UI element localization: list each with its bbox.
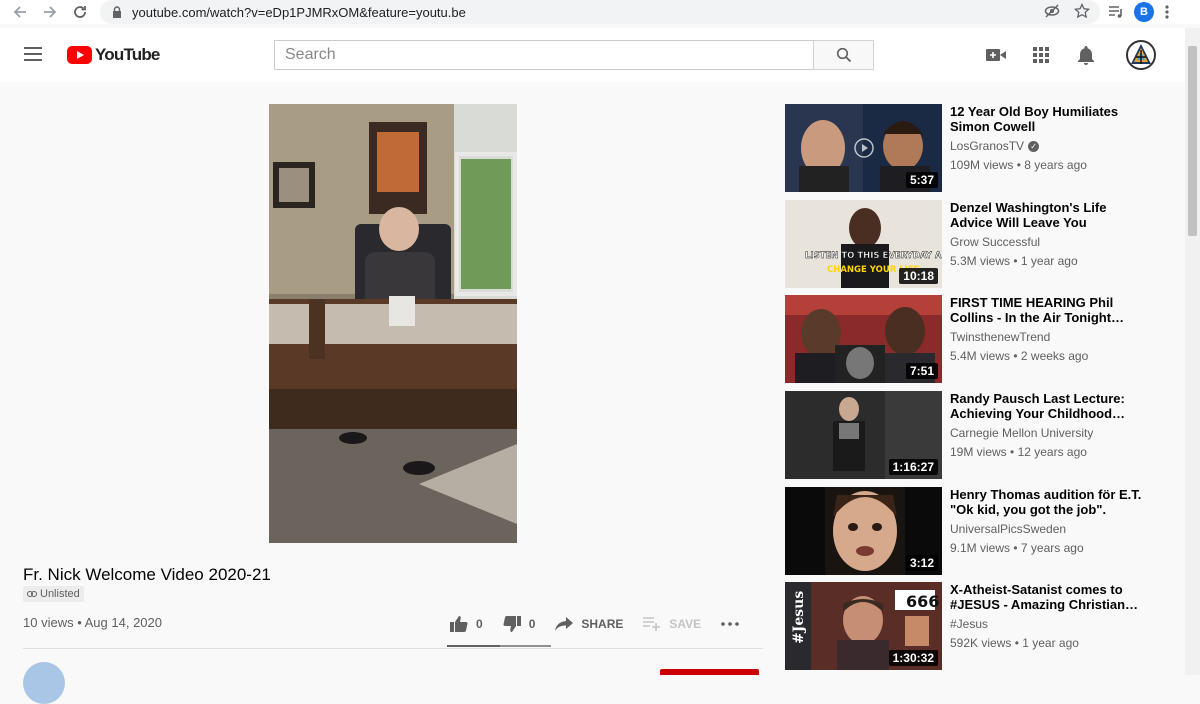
recommended-video[interactable]: LISTEN TO THIS EVERYDAY AND CHANGE YOUR … bbox=[785, 200, 1185, 288]
create-video-icon[interactable] bbox=[986, 45, 1006, 65]
video-title: Fr. Nick Welcome Video 2020-21 bbox=[23, 565, 271, 584]
share-icon bbox=[555, 617, 574, 631]
subscribe-button[interactable] bbox=[660, 669, 759, 675]
svg-text:#Jesus: #Jesus bbox=[791, 591, 807, 644]
svg-text:666: 666 bbox=[906, 592, 939, 611]
view-count: 10 views bbox=[23, 615, 74, 630]
like-button[interactable]: 0 bbox=[450, 616, 483, 632]
search-input[interactable]: Search bbox=[274, 40, 814, 70]
video-thumbnail[interactable]: LISTEN TO THIS EVERYDAY AND CHANGE YOUR … bbox=[785, 200, 942, 288]
youtube-masthead: YouTube Search bbox=[0, 28, 1185, 82]
channel-name[interactable]: #Jesus bbox=[950, 617, 1150, 631]
sentiment-bar-likes bbox=[447, 645, 500, 647]
channel-name[interactable]: UniversalPicsSweden bbox=[950, 522, 1150, 536]
video-duration: 1:30:32 bbox=[888, 650, 938, 666]
channel-name[interactable]: Carnegie Mellon University bbox=[950, 426, 1150, 440]
recommended-video[interactable]: 7:51 FIRST TIME HEARING Phil Collins - I… bbox=[785, 295, 1185, 383]
channel-avatar[interactable] bbox=[23, 662, 65, 704]
channel-name[interactable]: LosGranosTV ✓ bbox=[950, 139, 1150, 153]
forward-arrow-icon[interactable] bbox=[36, 0, 64, 24]
profile-avatar[interactable]: B bbox=[1134, 2, 1154, 22]
video-duration: 1:16:27 bbox=[888, 459, 938, 475]
link-icon bbox=[27, 591, 37, 597]
search-button[interactable] bbox=[813, 40, 874, 70]
hamburger-menu-icon[interactable] bbox=[24, 47, 42, 61]
recommended-video-title[interactable]: Henry Thomas audition för E.T. "Ok kid, … bbox=[950, 487, 1150, 517]
video-thumbnail[interactable]: 1:16:27 bbox=[785, 391, 942, 479]
video-stats: 109M views • 8 years ago bbox=[950, 158, 1087, 172]
video-thumbnail[interactable]: 7:51 bbox=[785, 295, 942, 383]
reload-icon[interactable] bbox=[66, 0, 94, 24]
video-stats: 592K views • 1 year ago bbox=[950, 636, 1079, 650]
recommended-video[interactable]: 1:16:27 Randy Pausch Last Lecture: Achie… bbox=[785, 391, 1185, 479]
recommended-video[interactable]: 5:37 12 Year Old Boy Humiliates Simon Co… bbox=[785, 104, 1185, 192]
eye-off-icon[interactable] bbox=[1044, 3, 1060, 19]
video-thumbnail[interactable]: 3:12 bbox=[785, 487, 942, 575]
account-avatar[interactable] bbox=[1126, 40, 1156, 70]
video-duration: 3:12 bbox=[905, 555, 938, 571]
more-actions-button[interactable] bbox=[721, 622, 739, 626]
recommended-video[interactable]: 3:12 Henry Thomas audition för E.T. "Ok … bbox=[785, 487, 1185, 575]
video-meta: 10 views • Aug 14, 2020 bbox=[23, 615, 162, 630]
recommended-video-title[interactable]: X-Atheist-Satanist comes to #JESUS - Ama… bbox=[950, 582, 1150, 612]
video-stats: 5.4M views • 2 weeks ago bbox=[950, 349, 1089, 363]
media-queue-icon[interactable] bbox=[1108, 4, 1124, 20]
channel-name[interactable]: TwinsthenewTrend bbox=[950, 330, 1150, 344]
youtube-logo[interactable]: YouTube bbox=[67, 45, 160, 65]
video-duration: 10:18 bbox=[899, 268, 938, 284]
dislike-button[interactable]: 0 bbox=[503, 616, 535, 632]
lock-icon bbox=[113, 6, 121, 18]
unlisted-badge: Unlisted bbox=[23, 586, 84, 602]
more-horizontal-icon bbox=[721, 622, 739, 626]
search-icon bbox=[836, 47, 851, 63]
address-bar[interactable]: youtube.com/watch?v=eDp1PJMRxOM&feature=… bbox=[100, 0, 1100, 24]
youtube-play-icon bbox=[67, 46, 92, 64]
share-button[interactable]: SHARE bbox=[555, 617, 623, 631]
channel-name[interactable]: Grow Successful bbox=[950, 235, 1150, 249]
svg-text:LISTEN TO THIS EVERYDAY AND: LISTEN TO THIS EVERYDAY AND bbox=[805, 251, 942, 261]
url-text: youtube.com/watch?v=eDp1PJMRxOM&feature=… bbox=[132, 4, 466, 20]
browser-toolbar: youtube.com/watch?v=eDp1PJMRxOM&feature=… bbox=[0, 0, 1200, 24]
apps-grid-icon[interactable] bbox=[1031, 45, 1051, 65]
video-frame-image bbox=[269, 104, 517, 543]
thumbs-down-icon bbox=[503, 616, 521, 632]
recommended-video-title[interactable]: Denzel Washington's Life Advice Will Lea… bbox=[950, 200, 1150, 230]
thumbs-up-icon bbox=[450, 616, 468, 632]
divider bbox=[23, 648, 763, 649]
kebab-menu-icon[interactable] bbox=[1164, 4, 1170, 20]
recommended-video-title[interactable]: Randy Pausch Last Lecture: Achieving You… bbox=[950, 391, 1150, 421]
notifications-bell-icon[interactable] bbox=[1076, 45, 1096, 65]
video-thumbnail[interactable]: #Jesus 666 1:30:32 bbox=[785, 582, 942, 670]
video-stats: 5.3M views • 1 year ago bbox=[950, 254, 1078, 268]
playlist-add-icon bbox=[643, 617, 661, 631]
save-button[interactable]: SAVE bbox=[643, 617, 701, 631]
video-stats: 9.1M views • 7 years ago bbox=[950, 541, 1084, 555]
star-icon[interactable] bbox=[1074, 3, 1090, 19]
scrollbar-thumb[interactable] bbox=[1188, 46, 1197, 236]
upload-date: Aug 14, 2020 bbox=[84, 615, 162, 630]
video-player[interactable] bbox=[269, 104, 517, 543]
video-duration: 7:51 bbox=[905, 363, 938, 379]
recommended-video-title[interactable]: FIRST TIME HEARING Phil Collins - In the… bbox=[950, 295, 1150, 325]
page-scrollbar[interactable] bbox=[1185, 28, 1200, 675]
recommended-video[interactable]: #Jesus 666 1:30:32 X-Atheist-Satanist co… bbox=[785, 582, 1185, 670]
video-thumbnail[interactable]: 5:37 bbox=[785, 104, 942, 192]
recommended-video-title[interactable]: 12 Year Old Boy Humiliates Simon Cowell bbox=[950, 104, 1150, 134]
back-arrow-icon[interactable] bbox=[6, 0, 34, 24]
video-stats: 19M views • 12 years ago bbox=[950, 445, 1087, 459]
verified-check-icon: ✓ bbox=[1028, 140, 1040, 152]
video-duration: 5:37 bbox=[905, 172, 938, 188]
video-actions: 0 0 SHARE SAVE bbox=[450, 612, 759, 636]
